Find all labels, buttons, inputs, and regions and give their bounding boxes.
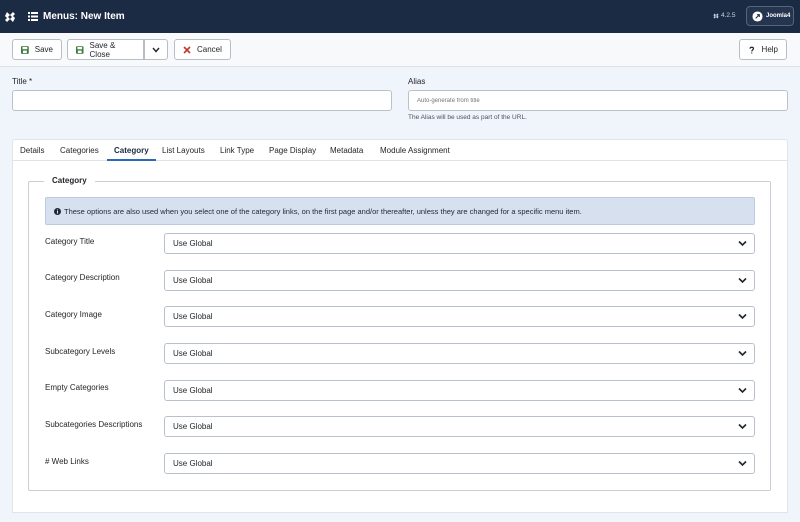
fieldset-legend: Category <box>44 176 95 185</box>
category-description-select[interactable]: Use Global <box>164 270 755 291</box>
category-title-select[interactable]: Use Global <box>164 233 755 254</box>
version-text: 4.2.5 <box>721 12 736 19</box>
cancel-label: Cancel <box>197 45 222 54</box>
chevron-down-icon <box>738 240 747 247</box>
tab-bar: Details Categories Category List Layouts… <box>12 139 788 161</box>
alias-help-text: The Alias will be used as part of the UR… <box>408 114 527 121</box>
select-value: Use Global <box>173 459 213 468</box>
chevron-down-icon <box>738 350 747 357</box>
title-label: Title * <box>12 77 33 86</box>
field-label: Category Description <box>45 273 120 282</box>
chevron-down-icon <box>738 460 747 467</box>
save-label: Save <box>34 45 53 54</box>
field-label: Category Title <box>45 237 95 246</box>
chevron-down-icon <box>738 277 747 284</box>
joomla-logo-icon[interactable] <box>0 0 19 33</box>
select-value: Use Global <box>173 349 213 358</box>
web-links-count-select[interactable]: Use Global <box>164 453 755 474</box>
floppy-disk-icon <box>21 45 29 54</box>
site-link-label: Joomla4 <box>766 13 791 19</box>
info-circle-icon <box>54 207 61 215</box>
list-icon <box>28 12 38 21</box>
info-text: These options are also used when you sel… <box>64 206 582 216</box>
select-value: Use Global <box>173 386 213 395</box>
alias-label: Alias <box>408 77 426 86</box>
chevron-down-icon <box>738 387 747 394</box>
joomla-small-icon <box>713 13 719 18</box>
subcategory-levels-select[interactable]: Use Global <box>164 343 755 364</box>
tab-page-display[interactable]: Page Display <box>269 140 316 161</box>
cancel-button[interactable]: Cancel <box>174 39 231 60</box>
external-link-icon <box>751 10 763 22</box>
chevron-down-icon <box>738 313 747 320</box>
tab-details[interactable]: Details <box>20 140 44 161</box>
tab-metadata[interactable]: Metadata <box>330 140 363 161</box>
tab-module-assignment[interactable]: Module Assignment <box>380 140 450 161</box>
category-fieldset <box>28 181 771 491</box>
close-icon <box>183 45 191 54</box>
save-options-toggle[interactable] <box>144 39 168 60</box>
tab-link-type[interactable]: Link Type <box>220 140 254 161</box>
subcategories-descriptions-select[interactable]: Use Global <box>164 416 755 437</box>
category-image-select[interactable]: Use Global <box>164 306 755 327</box>
page-title: Menus: New Item <box>43 11 125 22</box>
help-button[interactable]: Help <box>739 39 787 60</box>
title-input[interactable] <box>12 90 392 111</box>
chevron-down-icon <box>738 423 747 430</box>
select-value: Use Global <box>173 239 213 248</box>
select-value: Use Global <box>173 422 213 431</box>
chevron-down-icon <box>152 47 160 53</box>
field-label: # Web Links <box>45 457 89 466</box>
tab-categories[interactable]: Categories <box>60 140 99 161</box>
tab-list-layouts[interactable]: List Layouts <box>162 140 205 161</box>
select-value: Use Global <box>173 276 213 285</box>
save-button[interactable]: Save <box>12 39 62 60</box>
save-close-label: Save & Close <box>89 40 116 59</box>
field-label: Subcategories Descriptions <box>45 420 143 429</box>
empty-categories-select[interactable]: Use Global <box>164 380 755 401</box>
field-label: Empty Categories <box>45 383 109 392</box>
info-alert: These options are also used when you sel… <box>45 197 755 225</box>
select-value: Use Global <box>173 312 213 321</box>
save-close-button[interactable]: Save & Close <box>67 39 144 60</box>
header-bar: Menus: New Item 4.2.5 Joomla4 <box>0 0 800 33</box>
alias-input[interactable] <box>408 90 788 111</box>
help-label: Help <box>761 45 778 54</box>
toolbar: Save Save & Close Cancel Help <box>0 33 800 67</box>
tab-category[interactable]: Category <box>107 140 156 161</box>
floppy-disk-icon <box>76 45 84 54</box>
site-link-button[interactable]: Joomla4 <box>746 6 794 26</box>
version-badge: 4.2.5 <box>713 12 735 19</box>
question-icon <box>749 46 755 54</box>
field-label: Subcategory Levels <box>45 347 116 356</box>
field-label: Category Image <box>45 310 102 319</box>
